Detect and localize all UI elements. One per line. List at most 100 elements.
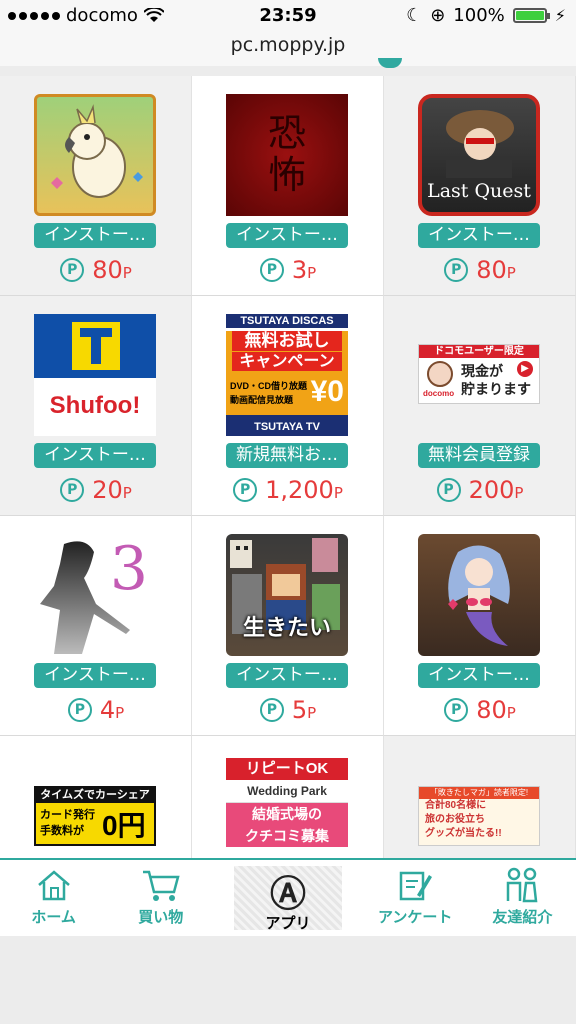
app-thumbnail[interactable]: Shufoo! — [34, 314, 156, 436]
point-coin-icon: P — [60, 258, 85, 282]
install-label[interactable]: インストー… — [418, 223, 540, 248]
status-right: ☾ ⊕ 100% ⚡ — [406, 5, 566, 26]
nav-survey[interactable]: アンケート — [362, 860, 469, 936]
thumbnail-text: TSUTAYA DISCAS — [226, 314, 348, 328]
app-thumbnail[interactable]: Last Quest — [418, 94, 540, 216]
nav-shopping[interactable]: 買い物 — [107, 860, 214, 936]
app-thumbnail[interactable]: ドコモユーザー限定 現金が ▶ 貯まります docomo — [418, 314, 540, 436]
points-value: P 3P — [192, 256, 384, 284]
cockatoo-icon — [51, 104, 143, 198]
nav-home[interactable]: ホーム — [0, 860, 107, 936]
thumbnail-text: docomo — [423, 389, 455, 398]
points-number: 4 — [99, 696, 116, 724]
nav-survey-label[interactable]: アンケート — [362, 906, 469, 927]
install-label[interactable]: インストー… — [34, 223, 156, 248]
nav-shopping-label[interactable]: 買い物 — [107, 906, 214, 927]
points-value: P 20P — [0, 476, 192, 504]
thumbnail-text: タイムズでカーシェア — [36, 788, 154, 803]
app-thumbnail[interactable]: 恐 怖 — [226, 94, 348, 216]
thumbnail-text: 旅のお役立ち — [425, 814, 485, 825]
app-thumbnail[interactable]: 「敗きたしマガ」読者限定! 合計80名様に 旅のお役立ち グッズが当たる!! — [418, 786, 540, 846]
thumbnail-text: キャンペーン — [232, 352, 342, 371]
thumbnail-text: Shufoo! — [49, 392, 141, 419]
app-thumbnail[interactable] — [34, 94, 156, 216]
thumbnail-text: 合計80名様に — [425, 800, 487, 811]
thumbnail-text: リピートOK — [226, 758, 348, 780]
thumbnail-text: クチコミ募集 — [226, 825, 348, 847]
app-card[interactable]: Shufoo! インストー… P 20P — [0, 296, 192, 516]
thumbnail-text: 結婚式場の — [226, 803, 348, 825]
app-card[interactable]: Last Quest インストー… P 80P — [384, 76, 576, 296]
friends-icon[interactable] — [469, 866, 576, 904]
status-bar: docomo 23:59 ☾ ⊕ 100% ⚡ — [0, 0, 576, 32]
install-label[interactable]: インストー… — [226, 663, 348, 688]
thumbnail-text: 動画配信見放題 — [230, 395, 294, 405]
points-unit: P — [307, 264, 317, 282]
bottom-navigation: ホーム 買い物 Ⓐ アプリ アンケート 友達紹介 — [0, 858, 576, 938]
app-card[interactable]: インストー… P 80P — [0, 76, 192, 296]
app-thumbnail[interactable]: タイムズでカーシェア カード発行 手数料が 0円 — [34, 786, 156, 846]
app-thumbnail[interactable] — [418, 534, 540, 656]
app-card[interactable]: TSUTAYA DISCAS 無料お試し キャンペーン DVD・CD借り放題 動… — [192, 296, 384, 516]
app-card[interactable]: タイムズでカーシェア カード発行 手数料が 0円 — [0, 736, 192, 858]
point-coin-icon: P — [436, 478, 461, 502]
install-label[interactable]: インストー… — [34, 663, 156, 688]
install-label[interactable]: インストー… — [226, 223, 348, 248]
points-number: 80 — [476, 696, 507, 724]
app-icon[interactable]: Ⓐ — [234, 872, 341, 915]
app-card[interactable]: リピートOK Wedding Park 結婚式場の クチコミ募集 — [192, 736, 384, 858]
app-card[interactable]: 生きたい インストー… P 5P — [192, 516, 384, 736]
thumbnail-text: 恐 怖 — [267, 111, 306, 197]
points-number: 20 — [92, 476, 123, 504]
install-label[interactable]: インストー… — [34, 443, 156, 468]
point-coin-icon: P — [259, 258, 284, 282]
mermaid-icon — [448, 545, 510, 646]
app-thumbnail[interactable]: 3 — [34, 534, 156, 656]
thumbnail-text: 生きたい — [242, 616, 331, 641]
address-bar[interactable]: pc.moppy.jp — [0, 32, 576, 68]
thumbnail-text: Wedding Park — [226, 780, 348, 803]
point-coin-icon: P — [60, 478, 85, 502]
thumbnail-text: TSUTAYA TV — [226, 415, 348, 436]
url-text[interactable]: pc.moppy.jp — [231, 34, 346, 56]
nav-app-label[interactable]: アプリ — [234, 912, 341, 933]
points-value: P 80P — [384, 256, 576, 284]
app-thumbnail[interactable]: リピートOK Wedding Park 結婚式場の クチコミ募集 — [226, 758, 348, 848]
app-card[interactable]: インストー… P 80P — [384, 516, 576, 736]
thumbnail-text: 手数料が — [40, 825, 84, 837]
points-value: P 80P — [0, 256, 192, 284]
cart-icon[interactable] — [107, 866, 214, 904]
points-number: 1,200 — [265, 476, 334, 504]
rotation-lock-icon: ⊕ — [430, 5, 446, 26]
register-label[interactable]: 新規無料お… — [226, 443, 348, 468]
points-number: 80 — [92, 256, 123, 284]
points-value: P 1,200P — [192, 476, 384, 504]
app-thumbnail[interactable]: 生きたい — [226, 534, 348, 656]
app-card[interactable]: 恐 怖 インストー… P 3P — [192, 76, 384, 296]
points-value: P 5P — [192, 696, 384, 724]
thumbnail-text: グッズが当たる!! — [425, 828, 502, 839]
page-footer-area — [0, 936, 576, 1024]
install-label[interactable]: インストー… — [418, 663, 540, 688]
character-icon — [427, 361, 453, 387]
app-card[interactable]: 3 インストー… P 4P — [0, 516, 192, 736]
register-label[interactable]: 無料会員登録 — [418, 443, 540, 468]
nav-app[interactable]: Ⓐ アプリ — [234, 866, 342, 933]
app-card[interactable]: ドコモユーザー限定 現金が ▶ 貯まります docomo 無料会員登録 P 200… — [384, 296, 576, 516]
thumbnail-text: カード発行 — [40, 809, 95, 821]
nav-home-label[interactable]: ホーム — [0, 906, 107, 927]
thumbnail-text: ドコモユーザー限定 — [419, 345, 539, 358]
points-unit: P — [514, 484, 524, 502]
point-coin-icon: P — [259, 698, 284, 722]
survey-icon[interactable] — [362, 866, 469, 904]
points-unit: P — [307, 704, 317, 722]
app-thumbnail[interactable]: TSUTAYA DISCAS 無料お試し キャンペーン DVD・CD借り放題 動… — [226, 314, 348, 436]
points-number: 3 — [291, 256, 308, 284]
app-card[interactable]: 「敗きたしマガ」読者限定! 合計80名様に 旅のお役立ち グッズが当たる!! — [384, 736, 576, 858]
nav-friends-label[interactable]: 友達紹介 — [469, 906, 576, 927]
thumbnail-text: 0円 — [102, 810, 146, 841]
home-icon[interactable] — [0, 866, 107, 904]
point-coin-icon: P — [444, 258, 469, 282]
nav-friends[interactable]: 友達紹介 — [469, 860, 576, 936]
moon-icon: ☾ — [406, 5, 423, 26]
